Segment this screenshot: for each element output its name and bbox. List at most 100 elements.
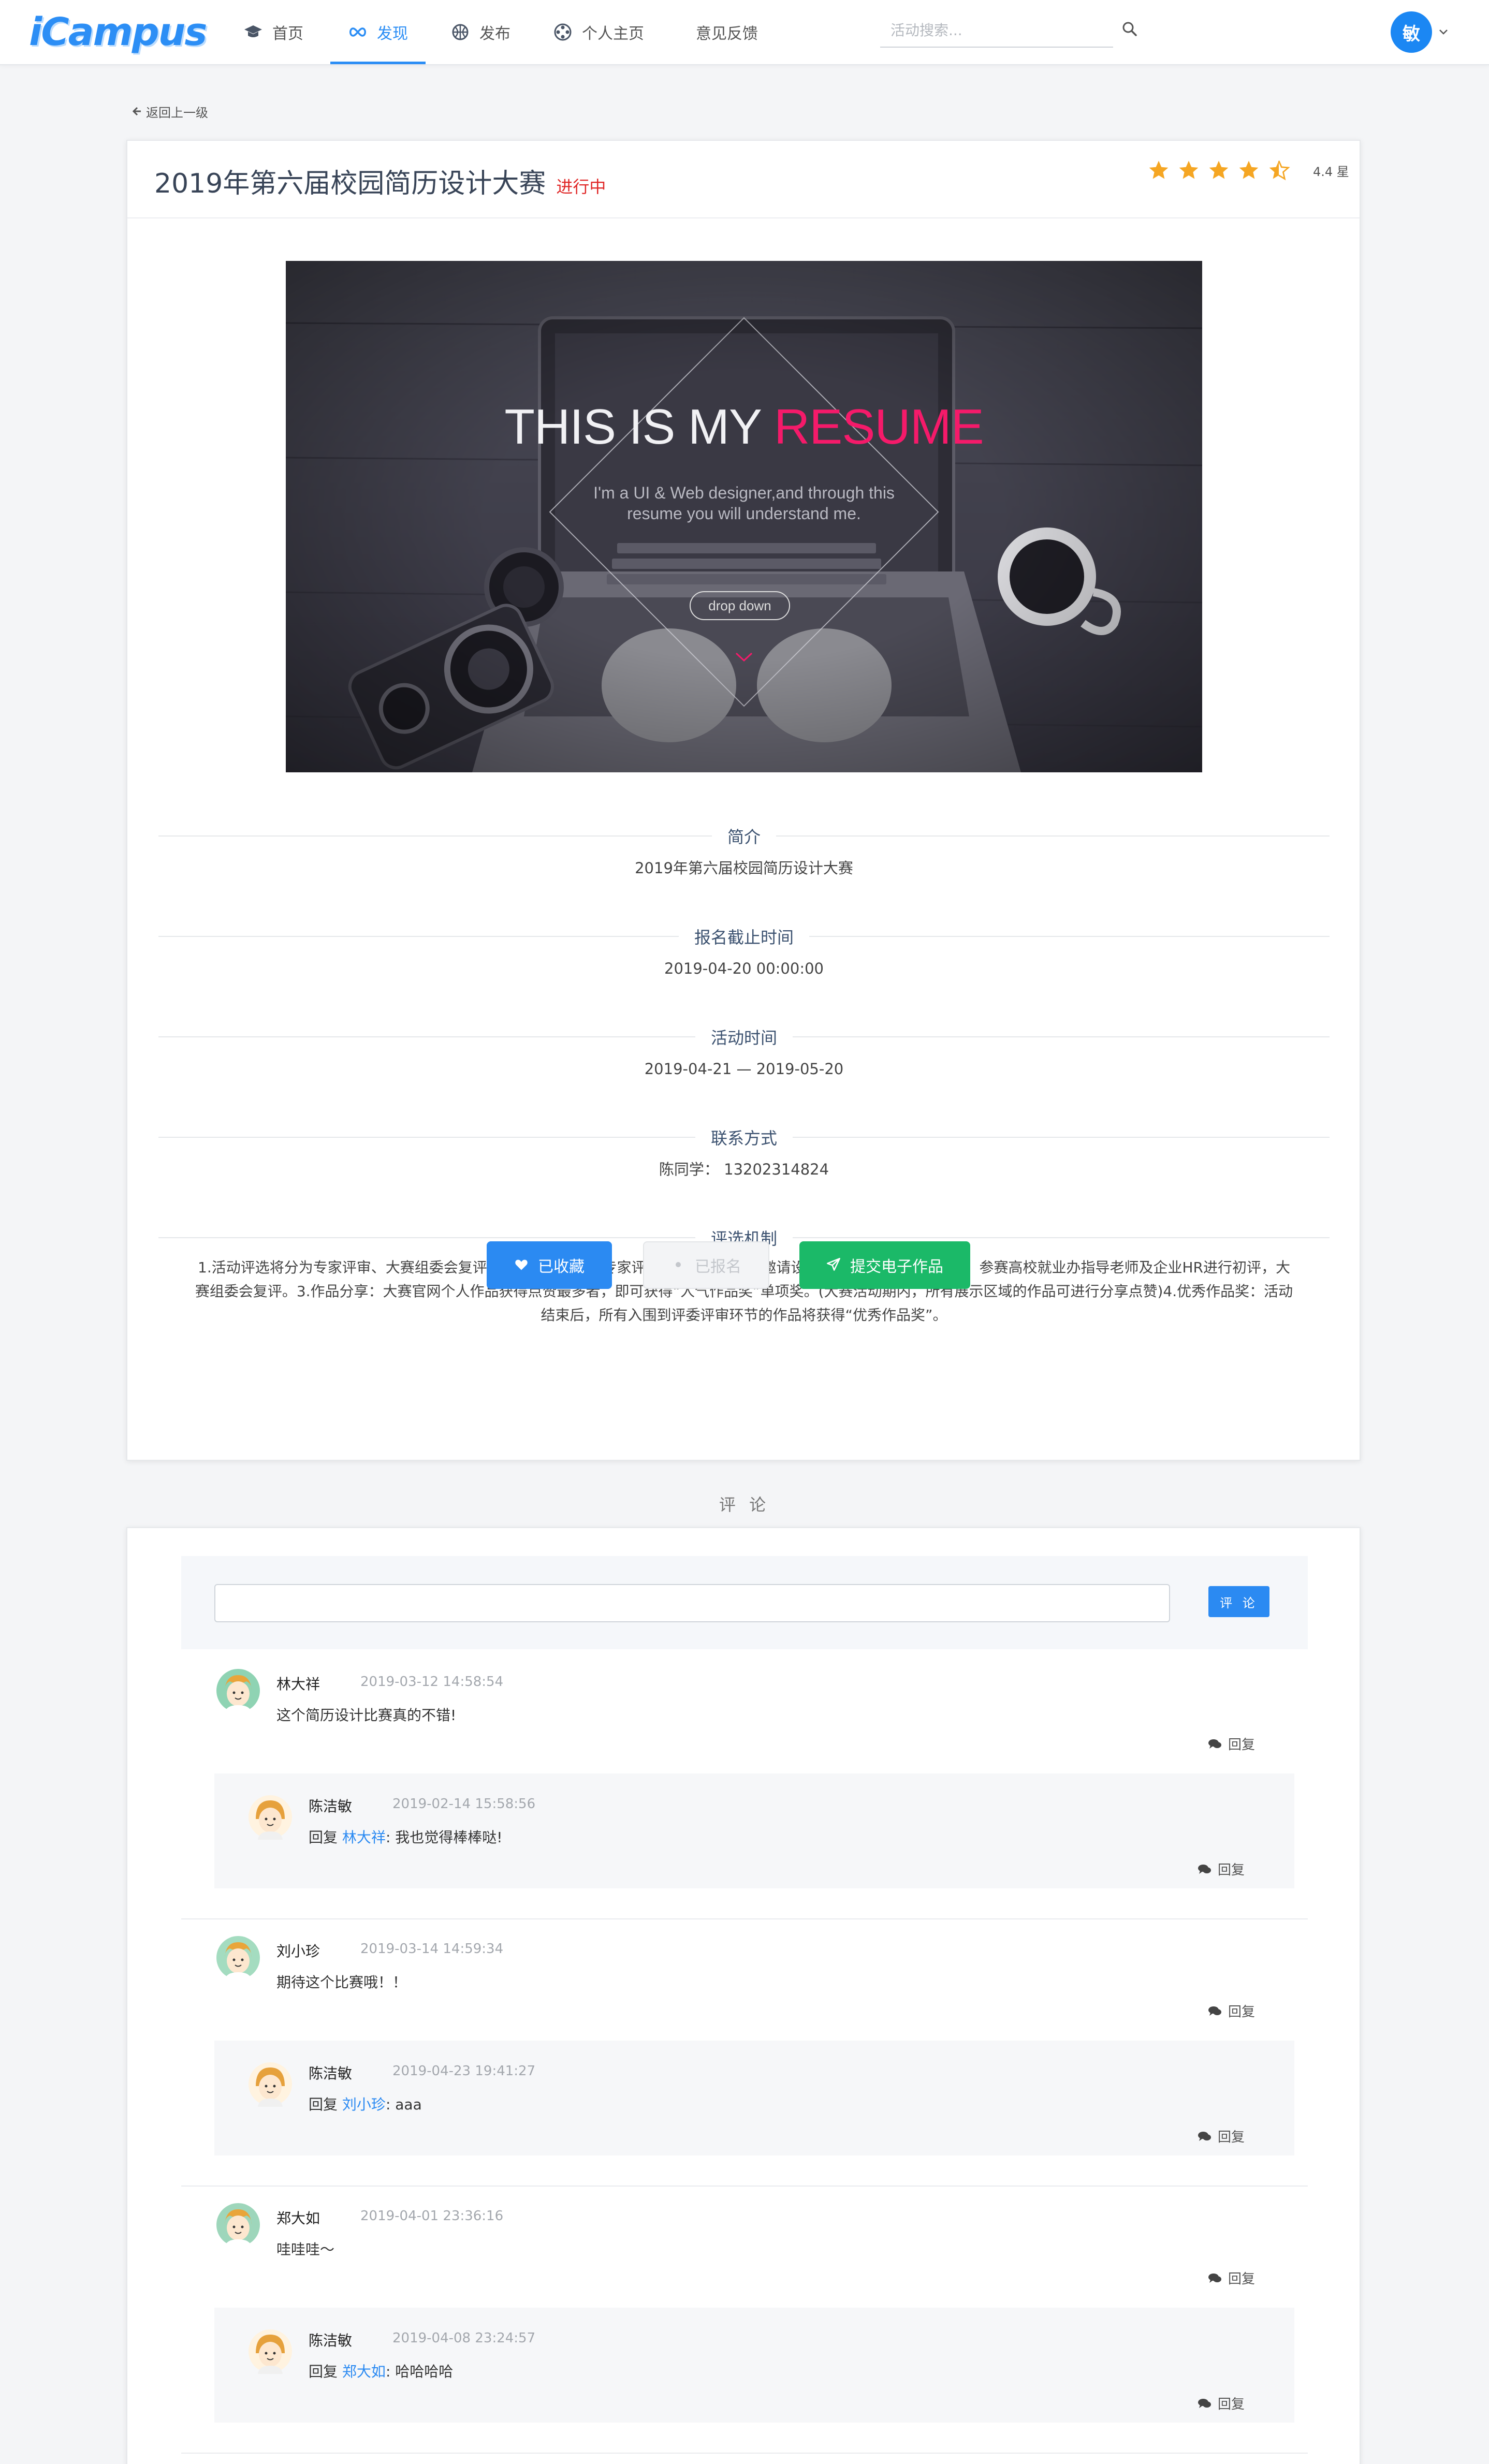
nav-item-publish[interactable]: 发布 <box>450 0 510 64</box>
reply-body: : aaa <box>385 2096 422 2113</box>
reply-mention-link[interactable]: 林大祥 <box>342 1829 386 1846</box>
comment-author[interactable]: 林大祥 <box>276 1673 320 1694</box>
enrolled-button-label: 已报名 <box>695 1258 741 1276</box>
comment-text: 这个简历设计比赛真的不错! <box>276 1707 457 1724</box>
search-input[interactable] <box>880 16 1087 45</box>
nav-label-publish: 发布 <box>479 25 510 43</box>
nav-item-discover[interactable]: 发现 <box>330 0 426 64</box>
enrolled-button[interactable]: 已报名 <box>643 1241 769 1289</box>
reply-button[interactable]: 回复 <box>1207 2268 1255 2287</box>
reply-button[interactable]: 回复 <box>1197 2126 1245 2146</box>
star-icon[interactable] <box>1177 159 1200 182</box>
back-link[interactable]: 返回上一级 <box>132 102 208 121</box>
reply-item: 陈洁敏 2019-04-08 23:24:57 回复 郑大如: 哈哈哈哈 回复 <box>214 2308 1294 2423</box>
thread-divider <box>181 2186 1308 2187</box>
avatar[interactable] <box>247 1794 293 1840</box>
reply-time: 2019-02-14 15:58:56 <box>392 1796 536 1812</box>
reply-time: 2019-04-23 19:41:27 <box>392 2063 536 2079</box>
banner-headline: THIS IS MY RESUME <box>286 399 1202 456</box>
comment-compose: 评 论 <box>181 1556 1308 1649</box>
nav-item-profile[interactable]: 个人主页 <box>553 0 644 64</box>
comment-author[interactable]: 郑大如 <box>276 2207 320 2228</box>
reply-prefix: 回复 <box>309 2363 338 2380</box>
comments-icon <box>1198 1864 1211 1874</box>
section-intro-head: 简介 <box>158 823 1330 849</box>
reply-author[interactable]: 陈洁敏 <box>309 1795 352 1816</box>
rating: 4.4 星 <box>1147 154 1349 186</box>
reply-author[interactable]: 陈洁敏 <box>309 2062 352 2083</box>
comment-author[interactable]: 刘小珍 <box>276 1940 320 1961</box>
reply-mention-link[interactable]: 郑大如 <box>342 2363 386 2380</box>
back-link-label: 返回上一级 <box>146 106 208 120</box>
section-deadline-value: 2019-04-20 00:00:00 <box>664 960 824 977</box>
avatar[interactable] <box>215 1935 261 1981</box>
avatar[interactable] <box>247 2328 293 2374</box>
arrow-left-icon <box>132 103 142 120</box>
reply-time: 2019-04-08 23:24:57 <box>392 2330 536 2346</box>
star-icon[interactable] <box>1147 159 1170 182</box>
comments-icon <box>1198 2131 1211 2141</box>
favorite-button-label: 已收藏 <box>538 1258 585 1276</box>
comments-title: 评 论 <box>719 1495 770 1515</box>
section-contact-value: 陈同学： 13202314824 <box>659 1161 829 1178</box>
film-reel-icon <box>553 22 573 42</box>
comment-time: 2019-03-14 14:59:34 <box>360 1941 504 1957</box>
reply-text: 回复 林大祥: 我也觉得棒棒哒! <box>309 1826 503 1847</box>
event-title-row: 2019年第六届校园简历设计大赛 进行中 <box>154 162 606 200</box>
reply-body: : 哈哈哈哈 <box>385 2363 454 2380</box>
nav-item-feedback[interactable]: 意见反馈 <box>696 0 758 64</box>
post-comment-button[interactable]: 评 论 <box>1208 1586 1269 1617</box>
avatar[interactable] <box>215 1668 261 1713</box>
section-contact-head: 联系方式 <box>158 1124 1330 1150</box>
avatar[interactable] <box>247 2061 293 2107</box>
reply-button[interactable]: 回复 <box>1207 2001 1255 2020</box>
thread-divider <box>181 1918 1308 1919</box>
section-intro-label: 简介 <box>727 827 761 847</box>
event-header: 2019年第六届校园简历设计大赛 进行中 4.4 星 <box>127 141 1360 218</box>
reply-prefix: 回复 <box>309 2096 338 2113</box>
star-icon[interactable] <box>1237 159 1260 182</box>
star-half-icon[interactable] <box>1267 159 1290 182</box>
favorite-button[interactable]: 已收藏 <box>487 1241 612 1289</box>
submit-work-button[interactable]: 提交电子作品 <box>799 1241 970 1289</box>
rating-text: 4.4 星 <box>1313 164 1349 179</box>
reply-button[interactable]: 回复 <box>1197 1859 1245 1879</box>
reply-button-label: 回复 <box>1228 1737 1256 1753</box>
comment-text: 哇哇哇～ <box>276 2241 335 2258</box>
avatar[interactable] <box>215 2202 261 2248</box>
section-intro-value: 2019年第六届校园简历设计大赛 <box>635 859 853 877</box>
reply-button[interactable]: 回复 <box>1197 2394 1245 2413</box>
event-card: 2019年第六届校园简历设计大赛 进行中 4.4 星 THIS IS MY RE… <box>126 140 1361 1461</box>
user-avatar[interactable]: 敏 <box>1391 11 1432 53</box>
reply-button[interactable]: 回复 <box>1207 1734 1255 1753</box>
star-icon[interactable] <box>1207 159 1230 182</box>
section-time-label: 活动时间 <box>711 1028 778 1048</box>
section-contact-label: 联系方式 <box>711 1128 778 1148</box>
nav-item-home[interactable]: 首页 <box>243 0 303 64</box>
reply-mention-link[interactable]: 刘小珍 <box>342 2096 386 2113</box>
reply-button-label: 回复 <box>1218 1862 1245 1878</box>
rules-line: 结束后，所有入围到评委评审环节的作品将获得“优秀作品奖”。 <box>541 1307 947 1324</box>
top-navbar: iCampus 首页 发现 发布 个人主页 意见反馈 敏 <box>0 0 1489 65</box>
banner-subtitle-line2: resume you will understand me. <box>627 504 861 523</box>
reply-button-label: 回复 <box>1218 2130 1245 2145</box>
reply-item: 陈洁敏 2019-02-14 15:58:56 回复 林大祥: 我也觉得棒棒哒!… <box>214 1773 1294 1888</box>
status-badge: 进行中 <box>556 177 606 197</box>
search-icon[interactable] <box>1121 21 1142 41</box>
nav-label-profile: 个人主页 <box>582 25 644 43</box>
comments-icon <box>1208 2273 1221 2283</box>
nav-label-home: 首页 <box>272 25 303 43</box>
icampus-logo[interactable]: iCampus <box>29 7 207 57</box>
comment-input[interactable] <box>214 1584 1170 1622</box>
section-deadline-label: 报名截止时间 <box>694 928 794 947</box>
dot-icon <box>671 1257 687 1273</box>
reply-button-label: 回复 <box>1218 2397 1245 2412</box>
reply-author[interactable]: 陈洁敏 <box>309 2329 352 2350</box>
reply-prefix: 回复 <box>309 1829 338 1846</box>
reply-button-label: 回复 <box>1228 2271 1256 2287</box>
reply-button-label: 回复 <box>1228 2004 1256 2020</box>
section-time-value: 2019-04-21 — 2019-05-20 <box>644 1060 844 1078</box>
chevron-down-icon[interactable] <box>1437 26 1451 39</box>
banner-subtitle: I'm a UI & Web designer,and through this… <box>286 482 1202 524</box>
reply-text: 回复 刘小珍: aaa <box>309 2093 422 2114</box>
